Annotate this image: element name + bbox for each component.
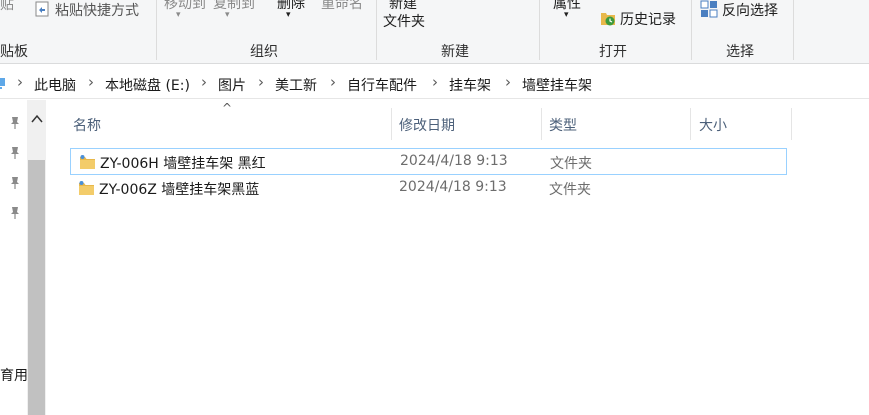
breadcrumb-separator[interactable]: › (201, 73, 207, 91)
breadcrumb-separator[interactable]: › (330, 73, 336, 91)
file-name[interactable]: ZY-006Z 墙壁挂车架黑蓝 (99, 179, 259, 199)
history-button[interactable]: 历史记录 (620, 9, 676, 29)
breadcrumb-this-pc[interactable]: 此电脑 (34, 75, 76, 95)
breadcrumb-bike-rack[interactable]: 挂车架 (449, 75, 491, 95)
invert-selection-icon (700, 0, 718, 22)
file-type: 文件夹 (550, 156, 592, 172)
breadcrumb-meigongxin[interactable]: 美工新 (275, 75, 317, 95)
this-pc-icon (0, 76, 6, 94)
file-name[interactable]: ZY-006H 墙壁挂车架 黑红 (100, 153, 266, 173)
breadcrumb-wall-rack[interactable]: 墙壁挂车架 (522, 75, 592, 95)
folder-icon (78, 180, 95, 200)
breadcrumb-separator[interactable]: › (88, 73, 94, 91)
copy-to-button[interactable]: 复制到 (213, 0, 255, 13)
breadcrumb-separator[interactable]: › (432, 73, 438, 91)
pin-icon[interactable] (9, 116, 21, 130)
chevron-down-icon: ▾ (176, 10, 181, 20)
ribbon-divider (539, 0, 540, 60)
chevron-down-icon: ▾ (225, 10, 230, 20)
column-divider[interactable] (690, 108, 691, 140)
paste-shortcut-icon (35, 1, 49, 21)
ribbon-divider (793, 0, 794, 60)
file-type: 文件夹 (549, 182, 591, 198)
chevron-down-icon: ▾ (286, 10, 291, 20)
file-row[interactable]: ZY-006Z 墙壁挂车架黑蓝 2024/4/18 9:13 文件夹 (70, 175, 787, 202)
paste-button-label[interactable]: 贴 (0, 0, 14, 14)
breadcrumb-separator[interactable]: › (505, 73, 511, 91)
rename-button[interactable]: 重命名 (321, 0, 363, 13)
column-divider[interactable] (541, 108, 542, 140)
file-modified: 2024/4/18 9:13 (399, 179, 507, 195)
delete-button[interactable]: 删除 (277, 0, 305, 13)
column-header-type[interactable]: 类型 (549, 115, 577, 135)
breadcrumb-pictures[interactable]: 图片 (218, 75, 246, 95)
nav-item-partial[interactable]: 育用 (0, 365, 28, 385)
column-divider[interactable] (791, 108, 792, 140)
folder-icon (79, 154, 96, 174)
sort-ascending-icon: ^ (222, 101, 233, 115)
breadcrumb-separator[interactable]: › (17, 73, 23, 91)
select-group-label: 选择 (726, 44, 754, 60)
ribbon-divider (376, 0, 377, 60)
scroll-up-arrow-icon[interactable] (27, 108, 46, 128)
open-group-label: 打开 (599, 44, 627, 60)
chevron-down-icon: ▾ (564, 10, 569, 20)
pin-icon[interactable] (9, 146, 21, 160)
ribbon-divider (156, 0, 157, 60)
breadcrumb-separator[interactable]: › (258, 73, 264, 91)
move-to-button[interactable]: 移动到 (164, 0, 206, 13)
navigation-pane: 育用 (0, 100, 47, 415)
column-header-modified[interactable]: 修改日期 (399, 115, 455, 135)
new-folder-button-line2[interactable]: 文件夹 (383, 11, 425, 31)
nav-scrollbar-thumb[interactable] (28, 160, 45, 415)
invert-selection-button[interactable]: 反向选择 (722, 0, 778, 20)
paste-shortcut-button[interactable]: 粘贴快捷方式 (55, 0, 139, 20)
clipboard-group-label: 贴板 (0, 44, 28, 60)
ribbon-divider (691, 0, 692, 60)
column-header-name[interactable]: 名称 (73, 115, 101, 135)
pin-icon[interactable] (9, 176, 21, 190)
column-header-size[interactable]: 大小 (699, 115, 727, 135)
breadcrumb-bike-parts[interactable]: 自行车配件 (347, 75, 417, 95)
ribbon: 贴 粘贴快捷方式 贴板 移动到 复制到 ▾ ▾ 删除 ▾ 重命名 组织 新建 文… (0, 0, 869, 64)
column-divider[interactable] (391, 108, 392, 140)
pin-icon[interactable] (9, 206, 21, 220)
history-icon (600, 9, 617, 31)
breadcrumb-drive-e[interactable]: 本地磁盘 (E:) (105, 75, 190, 95)
new-group-label: 新建 (441, 44, 469, 60)
address-bar[interactable]: › 此电脑 › 本地磁盘 (E:) › 图片 › 美工新 › 自行车配件 › 挂… (0, 69, 869, 99)
organize-group-label: 组织 (250, 44, 278, 60)
file-row[interactable]: ZY-006H 墙壁挂车架 黑红 2024/4/18 9:13 文件夹 (70, 148, 787, 175)
file-modified: 2024/4/18 9:13 (400, 153, 508, 169)
